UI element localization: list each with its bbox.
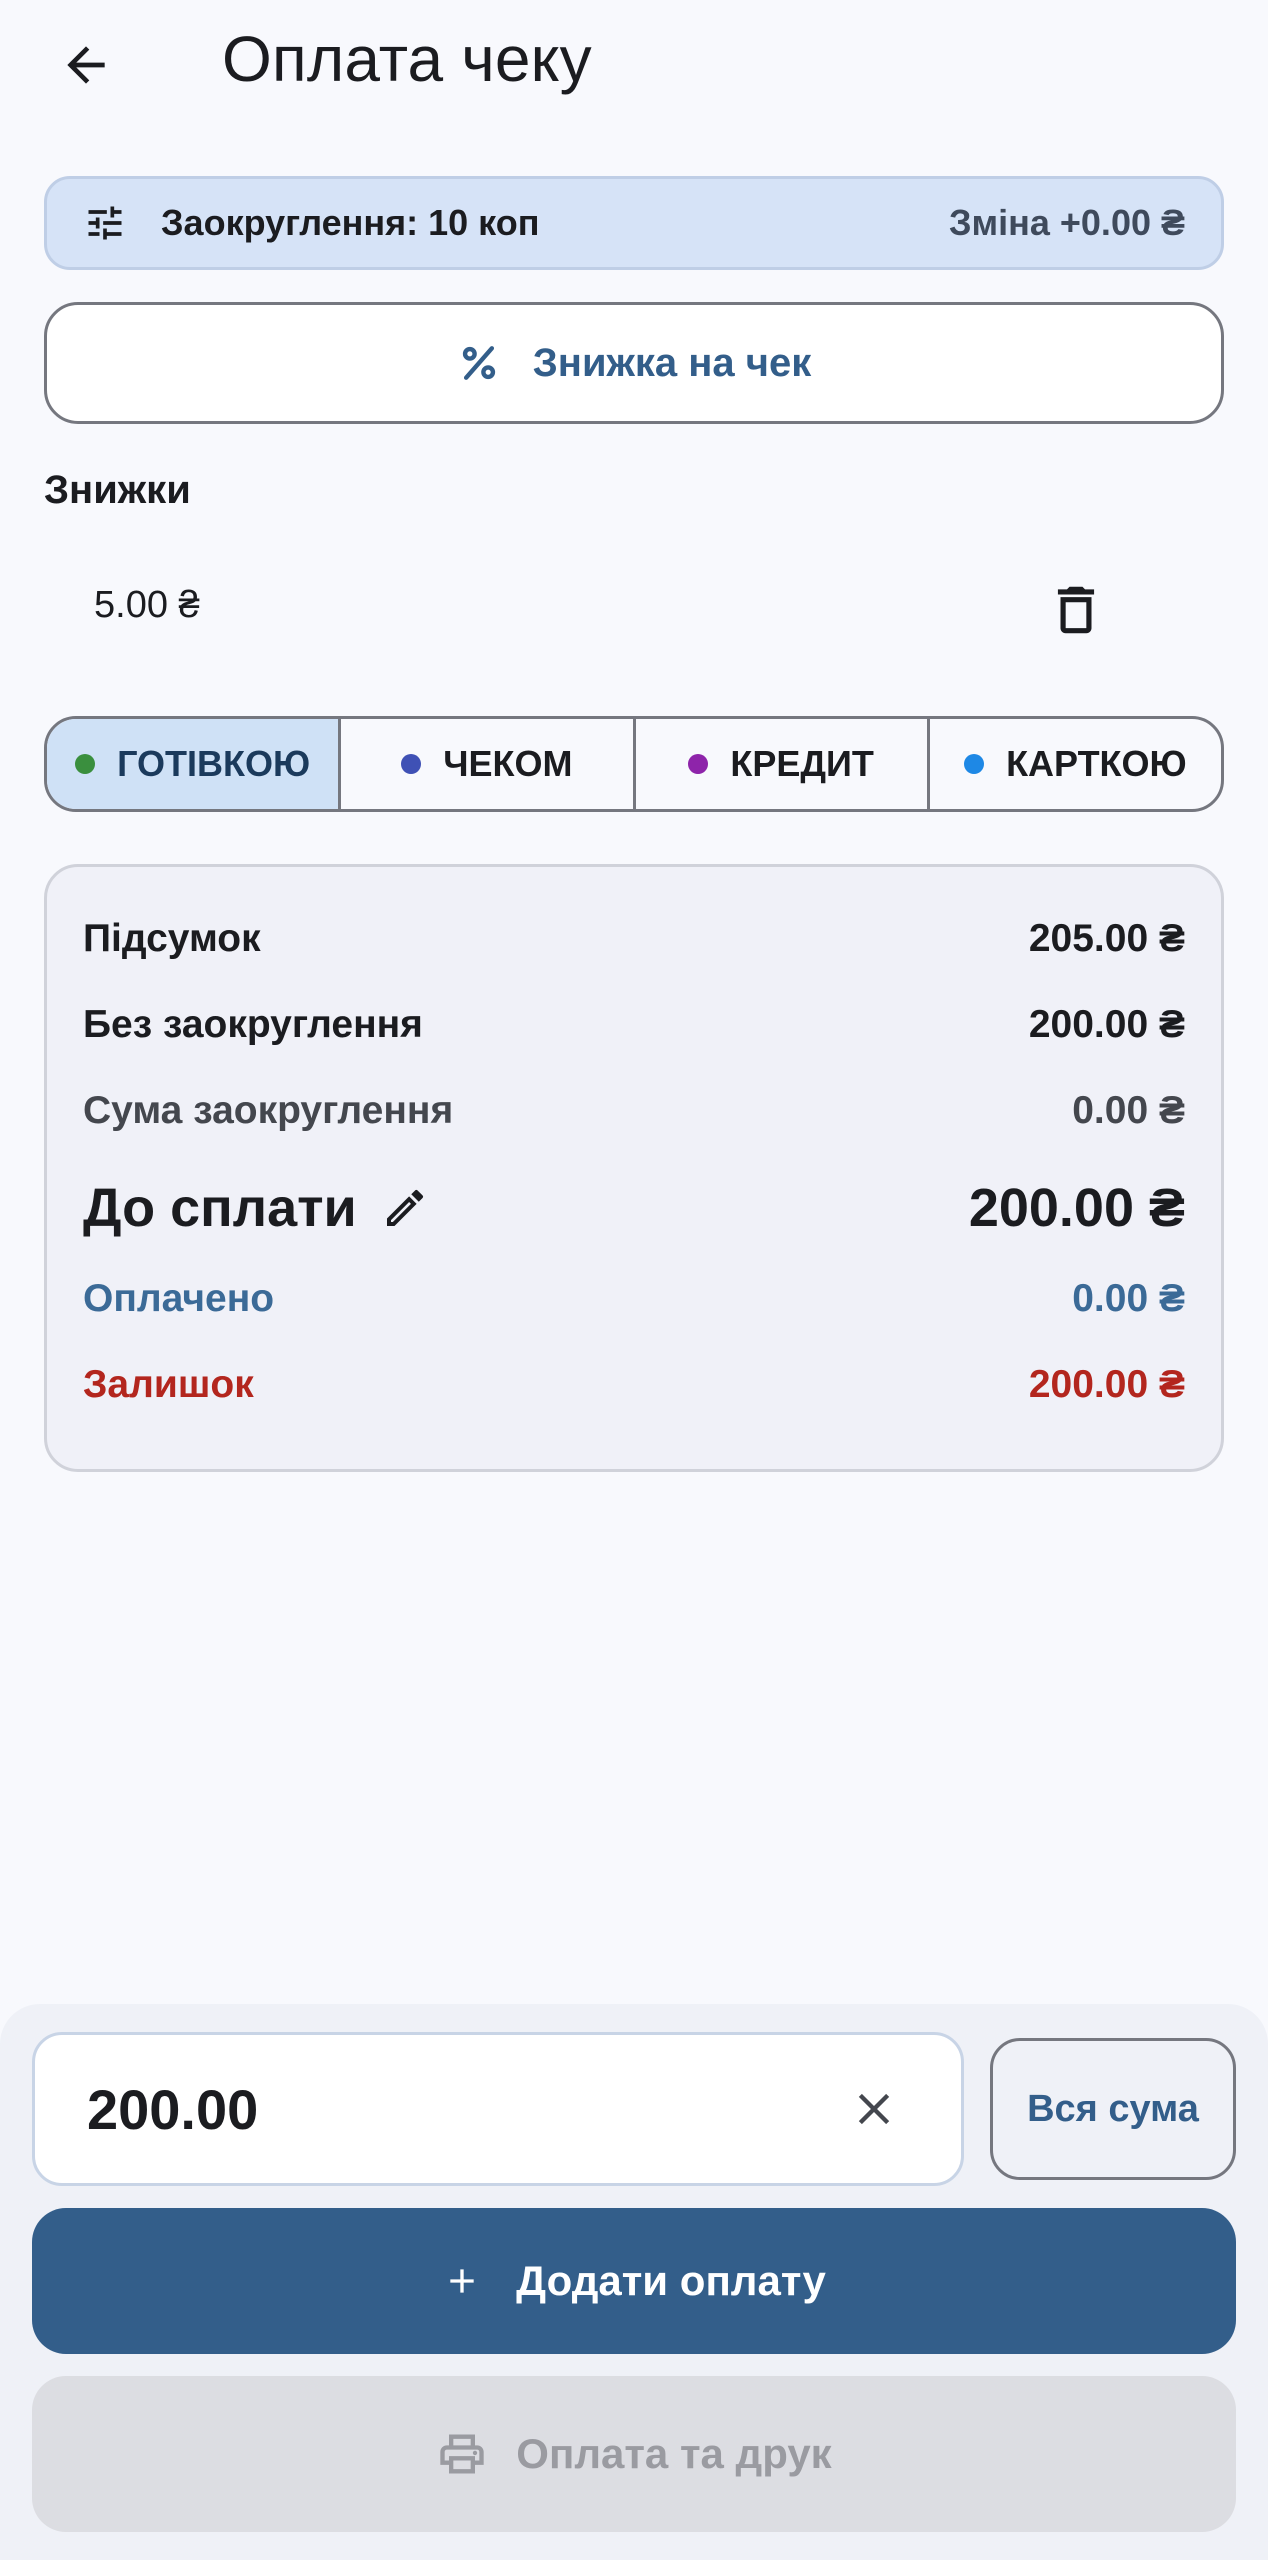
paid-value: 0.00 ₴ <box>1072 1277 1185 1320</box>
credit-dot-icon <box>688 754 709 774</box>
receipt-discount-label: Знижка на чек <box>532 340 812 385</box>
delete-icon <box>1057 586 1095 634</box>
card-dot-icon <box>964 754 985 774</box>
top-app-bar: Оплата чеку <box>0 0 1268 140</box>
amount-due-row: До сплати 200.00 ₴ <box>83 1177 1185 1239</box>
amount-due-label: До сплати <box>83 1178 357 1238</box>
full-amount-button[interactable]: Вся сума <box>990 2038 1236 2180</box>
payment-type-credit[interactable]: КРЕДИТ <box>632 719 927 809</box>
payment-type-label: ГОТІВКОЮ <box>117 743 311 784</box>
payment-type-selector: ГОТІВКОЮ ЧЕКОМ КРЕДИТ КАРТКОЮ <box>44 716 1224 812</box>
paid-label: Оплачено <box>83 1277 275 1320</box>
receipt-discount-button[interactable]: Знижка на чек <box>44 302 1224 424</box>
no-rounding-value: 200.00 ₴ <box>1028 1003 1185 1046</box>
subtotal-row: Підсумок 205.00 ₴ <box>83 917 1185 961</box>
clear-amount-button[interactable] <box>839 2074 909 2144</box>
payment-type-check[interactable]: ЧЕКОМ <box>338 719 632 809</box>
payment-amount-value[interactable]: 200.00 <box>87 2077 258 2142</box>
amount-due-value: 200.00 ₴ <box>968 1178 1185 1238</box>
payment-type-label: КАРТКОЮ <box>1006 743 1187 784</box>
remaining-value: 200.00 ₴ <box>1028 1363 1185 1406</box>
discount-amount: 5.00 ₴ <box>94 584 200 626</box>
printer-icon <box>440 2434 484 2474</box>
delete-discount-button[interactable] <box>1034 568 1118 652</box>
payment-amount-input[interactable]: 200.00 <box>32 2032 964 2186</box>
no-rounding-label: Без заокруглення <box>83 1003 423 1046</box>
subtotal-value: 205.00 ₴ <box>1028 917 1185 960</box>
payment-summary-card: Підсумок 205.00 ₴ Без заокруглення 200.0… <box>44 864 1224 1472</box>
rounding-chip[interactable]: Заокруглення: 10 коп Зміна +0.00 ₴ <box>44 176 1224 270</box>
amount-due-left: До сплати <box>83 1177 429 1239</box>
discounts-title: Знижки <box>44 468 191 512</box>
tune-icon <box>88 206 122 240</box>
rounding-sum-row: Сума заокруглення 0.00 ₴ <box>83 1089 1185 1133</box>
payment-type-cash[interactable]: ГОТІВКОЮ <box>47 719 339 809</box>
cash-dot-icon <box>75 754 96 774</box>
back-button[interactable] <box>44 20 128 110</box>
payment-type-label: ЧЕКОМ <box>443 743 573 784</box>
add-payment-label: Додати оплату <box>516 2257 826 2304</box>
pay-and-print-button[interactable]: Оплата та друк <box>32 2376 1236 2532</box>
page-title: Оплата чеку <box>222 23 592 95</box>
plus-icon <box>450 2269 474 2293</box>
no-rounding-row: Без заокруглення 200.00 ₴ <box>83 1003 1185 1047</box>
check-dot-icon <box>401 754 422 774</box>
payment-type-card[interactable]: КАРТКОЮ <box>926 719 1221 809</box>
rounding-change: Зміна +0.00 ₴ <box>948 202 1185 243</box>
edit-icon[interactable] <box>381 1184 429 1232</box>
percent-icon <box>462 346 495 380</box>
subtotal-label: Підсумок <box>83 917 261 960</box>
remaining-label: Залишок <box>83 1363 254 1406</box>
rounding-sum-value: 0.00 ₴ <box>1072 1089 1185 1132</box>
pay-and-print-label: Оплата та друк <box>516 2430 832 2477</box>
arrow-back-icon <box>67 46 105 84</box>
paid-row: Оплачено 0.00 ₴ <box>83 1277 1185 1321</box>
discount-item: 5.00 ₴ <box>44 560 1224 660</box>
payment-screen: Оплата чеку Заокруглення: 10 коп Зміна +… <box>0 0 1268 2560</box>
add-payment-button[interactable]: Додати оплату <box>32 2208 1236 2354</box>
rounding-label: Заокруглення: 10 коп <box>161 202 540 243</box>
rounding-sum-label: Сума заокруглення <box>83 1089 454 1132</box>
payment-type-label: КРЕДИТ <box>730 743 874 784</box>
remaining-row: Залишок 200.00 ₴ <box>83 1363 1185 1407</box>
close-icon <box>858 2093 890 2125</box>
